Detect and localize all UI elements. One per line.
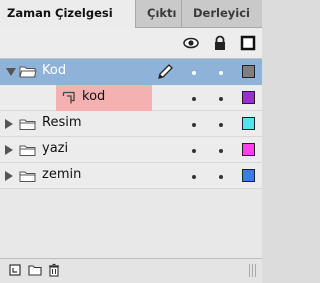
- expand-arrow-icon[interactable]: [5, 145, 13, 155]
- layer-name[interactable]: Resim: [42, 111, 82, 137]
- visibility-dot[interactable]: [192, 149, 196, 153]
- lock-dot[interactable]: [219, 123, 223, 127]
- tab-timeline[interactable]: Zaman Çizelgesi: [0, 0, 136, 28]
- layer-column-header: [0, 28, 262, 59]
- folder-icon: [19, 119, 36, 130]
- resize-grip-icon[interactable]: [248, 263, 257, 278]
- tab-output[interactable]: Çıktı: [137, 0, 182, 27]
- pencil-icon: [158, 64, 173, 79]
- layer-color-swatch[interactable]: [242, 169, 255, 182]
- outline-icon[interactable]: [240, 35, 256, 51]
- expand-arrow-icon[interactable]: [5, 119, 13, 129]
- layer-color-swatch[interactable]: [242, 117, 255, 130]
- new-folder-icon[interactable]: [28, 263, 42, 277]
- lock-icon[interactable]: [212, 35, 228, 51]
- layer-row-zemin[interactable]: zemin: [0, 163, 262, 189]
- new-layer-icon[interactable]: [8, 263, 22, 277]
- layer-row-kod[interactable]: kod: [0, 85, 262, 111]
- layer-highlight: kod: [56, 85, 152, 111]
- lock-dot[interactable]: [219, 97, 223, 101]
- visibility-dot[interactable]: [192, 71, 196, 75]
- open-folder-icon: [19, 66, 37, 78]
- layer-color-swatch[interactable]: [242, 91, 255, 104]
- lock-dot[interactable]: [219, 149, 223, 153]
- visibility-dot[interactable]: [192, 97, 196, 101]
- tab-compiler[interactable]: Derleyici: [183, 0, 262, 27]
- layer-name[interactable]: kod: [82, 85, 105, 111]
- lock-dot[interactable]: [219, 175, 223, 179]
- visibility-dot[interactable]: [192, 175, 196, 179]
- layer-row-kod-folder[interactable]: Kod: [0, 59, 262, 85]
- collapse-arrow-icon[interactable]: [6, 68, 16, 76]
- visibility-dot[interactable]: [192, 123, 196, 127]
- layer-row-yazi[interactable]: yazi: [0, 137, 262, 163]
- delete-icon[interactable]: [47, 263, 61, 277]
- timeline-panel: Zaman Çizelgesi Çıktı Derleyici Kod kod …: [0, 0, 262, 283]
- expand-arrow-icon[interactable]: [5, 171, 13, 181]
- layer-toolbar: [0, 258, 262, 283]
- layer-name[interactable]: yazi: [42, 137, 68, 163]
- layer-name[interactable]: zemin: [42, 163, 81, 189]
- layer-color-swatch[interactable]: [242, 65, 255, 78]
- panel-tab-bar: Zaman Çizelgesi Çıktı Derleyici: [0, 0, 262, 28]
- lock-dot[interactable]: [219, 71, 223, 75]
- layer-row-resim[interactable]: Resim: [0, 111, 262, 137]
- folder-icon: [19, 145, 36, 156]
- guide-layer-icon: [62, 91, 75, 104]
- folder-icon: [19, 171, 36, 182]
- eye-icon[interactable]: [183, 35, 199, 51]
- layer-name[interactable]: Kod: [42, 59, 66, 85]
- layer-color-swatch[interactable]: [242, 143, 255, 156]
